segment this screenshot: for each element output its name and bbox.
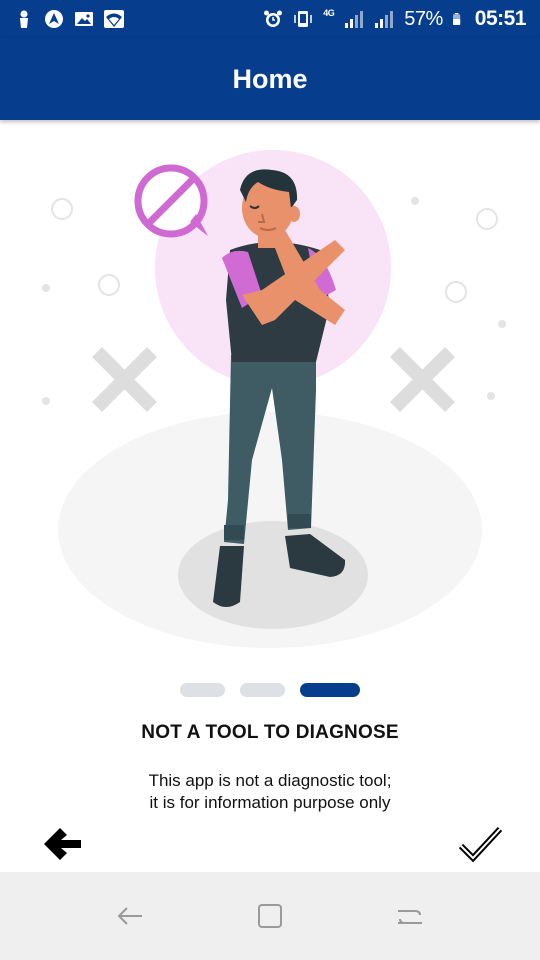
slide-description-line-1: This app is not a diagnostic tool; bbox=[148, 771, 392, 790]
slide-title: NOT A TOOL TO DIAGNOSE bbox=[141, 722, 399, 743]
home-square-icon bbox=[258, 904, 282, 928]
back-button[interactable] bbox=[40, 822, 88, 866]
battery-percent: 57% bbox=[404, 7, 443, 30]
back-arrow-icon bbox=[117, 907, 142, 925]
prohibited-icon bbox=[134, 164, 208, 238]
signal-icon bbox=[345, 11, 364, 28]
slide-description-line-2: it is for information purpose only bbox=[149, 793, 391, 812]
alarm-icon bbox=[264, 10, 283, 27]
vibrate-icon bbox=[294, 11, 312, 27]
signal-icon bbox=[375, 11, 394, 28]
nav-app-icon bbox=[45, 10, 63, 28]
app-bar: Home bbox=[0, 38, 540, 120]
wifi-icon bbox=[104, 10, 124, 28]
network-type-label: 4G bbox=[323, 8, 335, 18]
arrow-left-icon bbox=[44, 828, 81, 860]
page-dot-1[interactable] bbox=[180, 683, 225, 697]
onboarding-illustration bbox=[42, 150, 506, 648]
done-button[interactable] bbox=[456, 822, 504, 866]
slide-description: This app is not a diagnostic tool; it is… bbox=[0, 770, 540, 814]
page-title: Home bbox=[232, 63, 308, 94]
system-back-button[interactable] bbox=[110, 896, 150, 936]
person-icon bbox=[20, 10, 28, 28]
x-mark-left bbox=[92, 347, 157, 412]
x-mark-right bbox=[390, 347, 455, 412]
status-right: 4G 57% 05:51 bbox=[263, 7, 527, 31]
page-dot-3-active[interactable] bbox=[300, 683, 360, 697]
system-nav-bar bbox=[0, 872, 540, 960]
image-icon bbox=[75, 12, 93, 26]
system-home-button[interactable] bbox=[250, 896, 290, 936]
page-dot-2[interactable] bbox=[240, 683, 285, 697]
checkmark-icon bbox=[458, 826, 503, 863]
recents-icon bbox=[398, 910, 422, 924]
status-left bbox=[14, 9, 124, 29]
page-indicator bbox=[0, 683, 540, 697]
status-bar: 4G 57% 05:51 bbox=[0, 0, 540, 38]
battery-icon bbox=[452, 13, 460, 25]
status-time: 05:51 bbox=[474, 7, 527, 30]
system-recents-button[interactable] bbox=[390, 896, 430, 936]
